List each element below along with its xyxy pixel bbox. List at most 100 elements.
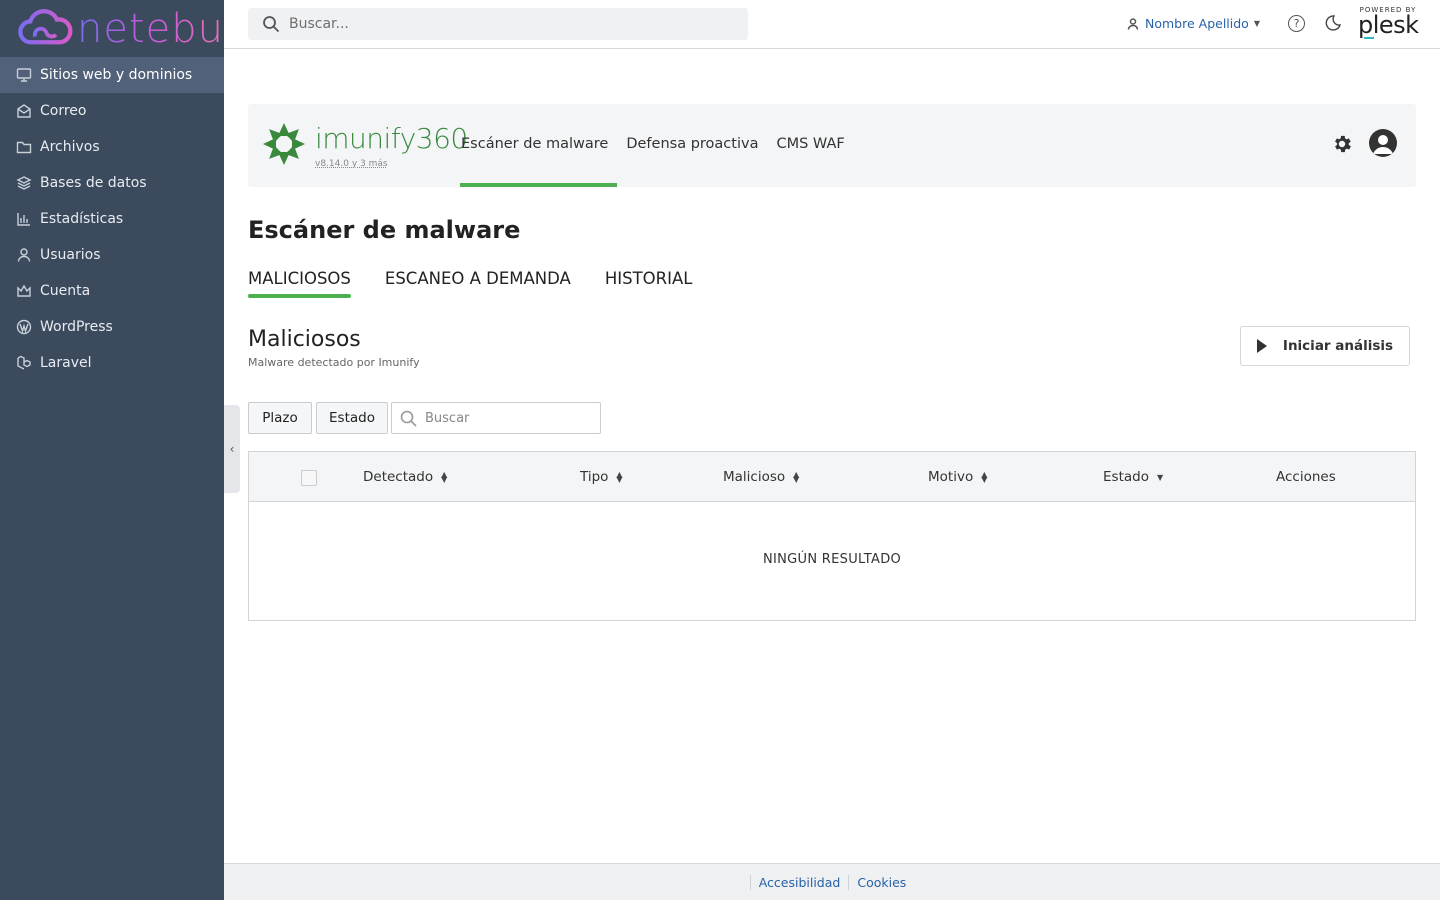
database-layers-icon [16,175,32,191]
chevron-down-icon: ▼ [1253,19,1260,28]
topbar: Nombre Apellido ▼ ? POWERED BY plesk [224,0,1440,49]
powered-by-plesk[interactable]: POWERED BY plesk [1358,6,1419,39]
user-menu[interactable]: Nombre Apellido ▼ [1127,16,1260,31]
table-search[interactable] [391,402,601,434]
imunify-header: imunify360 v8.14.0 y 3 más Escáner de ma… [248,104,1416,187]
help-icon[interactable]: ? [1288,15,1305,32]
footer-link-cookies[interactable]: Cookies [848,874,914,890]
laravel-icon [16,355,32,371]
play-icon [1256,339,1267,353]
imunify-star-icon [263,123,305,165]
imunify-panel: imunify360 v8.14.0 y 3 más Escáner de ma… [248,104,1416,187]
column-label: Acciones [1276,469,1336,485]
search-icon [400,410,417,427]
sidebar-item-laravel[interactable]: Laravel [0,345,224,381]
start-scan-label: Iniciar análisis [1282,338,1394,354]
sort-icon: ▲ ▼ [981,470,988,484]
sidebar-item-correo[interactable]: Correo [0,93,224,129]
column-label: Estado [1103,469,1149,485]
search-icon [263,16,280,33]
column-label: Detectado [363,469,434,485]
sidebar-item-label: Estadísticas [40,211,124,227]
moon-icon [1325,15,1341,31]
sort-desc-icon: ▼ [1156,472,1164,482]
sidebar-item-sitios-web[interactable]: Sitios web y dominios [0,57,224,93]
monitor-icon [16,67,32,83]
crown-icon [16,283,32,299]
sidebar-item-estadisticas[interactable]: Estadísticas [0,201,224,237]
tab-defensa-proactiva[interactable]: Defensa proactiva [617,104,767,187]
global-search[interactable] [248,8,748,40]
subtab-maliciosos[interactable]: MALICIOSOS [248,269,351,298]
column-label: Tipo [580,469,609,485]
sort-icon: ▲ ▼ [616,470,623,484]
imunify-tabs: Escáner de malware Defensa proactiva CMS… [460,104,854,187]
footer: Accesibilidad Cookies [224,863,1440,900]
estado-filter-button[interactable]: Estado [316,402,388,434]
bar-chart-icon [16,211,32,227]
section-subtitle: Malware detectado por Imunify [248,356,420,369]
malware-table: Detectado ▲ ▼ Tipo ▲ ▼ Malicioso ▲ ▼ Motivo… [248,451,1416,621]
column-tipo[interactable]: Tipo ▲ ▼ [580,452,623,502]
settings-button[interactable] [1331,133,1353,155]
avatar[interactable] [1369,129,1397,157]
sort-icon: ▲ ▼ [793,470,800,484]
cloud-logo-icon [18,8,73,44]
brand-logo[interactable]: netebu [0,0,224,57]
sidebar-item-cuenta[interactable]: Cuenta [0,273,224,309]
start-scan-button[interactable]: Iniciar análisis [1240,326,1410,366]
global-search-input[interactable] [289,16,729,32]
sidebar-item-label: Bases de datos [40,175,147,191]
column-estado[interactable]: Estado ▼ [1103,452,1163,502]
column-label: Malicioso [723,469,786,485]
subtab-historial[interactable]: HISTORIAL [605,269,693,294]
imunify-brand: imunify360 [315,122,468,155]
table-search-input[interactable] [425,410,595,426]
sidebar-item-label: Archivos [40,139,100,155]
column-malicioso[interactable]: Malicioso ▲ ▼ [723,452,799,502]
sidebar-item-label: Sitios web y dominios [40,67,193,83]
sidebar-collapse-handle[interactable]: ‹ [224,405,240,493]
user-avatar-icon [1373,135,1393,154]
folder-icon [16,139,32,155]
tab-escaner-de-malware[interactable]: Escáner de malware [460,104,618,187]
sidebar-item-label: Cuenta [40,283,91,299]
sidebar-item-archivos[interactable]: Archivos [0,129,224,165]
sidebar-item-label: Usuarios [40,247,101,263]
select-all-checkbox[interactable] [301,470,317,486]
user-name: Nombre Apellido [1145,16,1249,31]
column-motivo[interactable]: Motivo ▲ ▼ [928,452,987,502]
sidebar-item-label: WordPress [40,319,113,335]
table-header: Detectado ▲ ▼ Tipo ▲ ▼ Malicioso ▲ ▼ Motivo… [249,452,1415,502]
plazo-filter-button[interactable]: Plazo [248,402,312,434]
user-icon [16,247,32,263]
dark-mode-toggle[interactable] [1324,14,1342,32]
sidebar-item-wordpress[interactable]: WordPress [0,309,224,345]
page-title: Escáner de malware [248,216,521,244]
sidebar-item-usuarios[interactable]: Usuarios [0,237,224,273]
imunify-logo[interactable]: imunify360 v8.14.0 y 3 más [261,121,468,169]
gear-icon [1335,135,1351,153]
column-detectado[interactable]: Detectado ▲ ▼ [363,452,447,502]
imunify-version[interactable]: v8.14.0 y 3 más [315,159,388,169]
mail-icon [16,103,32,119]
subtab-escaneo-a-demanda[interactable]: ESCANEO A DEMANDA [385,269,571,294]
empty-state: NINGÚN RESULTADO [762,552,902,567]
brand-name: netebu [77,5,224,52]
sort-icon: ▲ ▼ [441,470,448,484]
sidebar-item-label: Laravel [40,355,92,371]
sidebar-nav: Sitios web y dominios Correo Archivos Ba… [0,57,224,381]
scanner-subtabs: MALICIOSOS ESCANEO A DEMANDA HISTORIAL [248,269,726,298]
user-icon [1127,17,1139,30]
footer-link-accesibilidad[interactable]: Accesibilidad [749,874,849,890]
section-title: Maliciosos [248,327,361,352]
chevron-left-icon: ‹ [229,442,235,456]
column-label: Motivo [928,469,974,485]
sidebar-item-label: Correo [40,103,87,119]
tab-cms-waf[interactable]: CMS WAF [767,104,853,187]
plesk-logo-text: plesk [1358,11,1419,39]
sidebar-item-bases-de-datos[interactable]: Bases de datos [0,165,224,201]
wordpress-icon [16,319,32,335]
sidebar: netebu Sitios web y dominios Correo Arch… [0,0,224,900]
column-acciones: Acciones [1276,452,1336,502]
